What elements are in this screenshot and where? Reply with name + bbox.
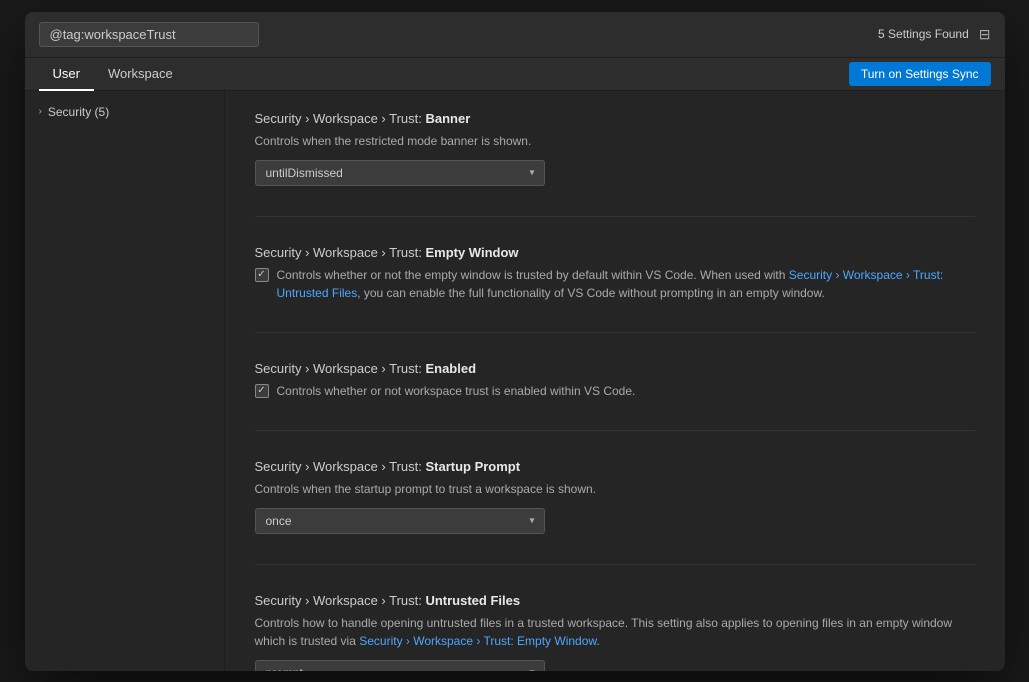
tab-user[interactable]: User	[39, 58, 94, 91]
setting-untrusted-files-select[interactable]: prompt open newWindow	[255, 660, 545, 671]
settings-area: Security › Workspace › Trust: Banner Con…	[225, 91, 1005, 671]
search-input[interactable]	[39, 22, 259, 47]
setting-empty-window-breadcrumb: Security › Workspace › Trust:	[255, 245, 426, 260]
setting-startup-prompt-select-wrapper: once always never ▾	[255, 508, 545, 534]
filter-icon[interactable]: ⊟	[979, 26, 991, 43]
sidebar-item-security[interactable]: › Security (5)	[25, 101, 224, 123]
search-results-area: 5 Settings Found ⊟	[878, 26, 990, 43]
setting-startup-prompt-desc: Controls when the startup prompt to trus…	[255, 480, 975, 498]
search-bar: 5 Settings Found ⊟	[25, 12, 1005, 58]
setting-empty-window-bold: Empty Window	[425, 245, 518, 260]
setting-enabled-checkbox-row: Controls whether or not workspace trust …	[255, 382, 975, 400]
setting-enabled-checkbox[interactable]	[255, 384, 269, 398]
setting-untrusted-files-breadcrumb: Security › Workspace › Trust:	[255, 593, 426, 608]
results-count: 5 Settings Found	[878, 27, 969, 41]
setting-untrusted-files-link[interactable]: Security › Workspace › Trust: Empty Wind…	[359, 634, 596, 648]
setting-enabled-bold: Enabled	[425, 361, 476, 376]
setting-startup-prompt-bold: Startup Prompt	[425, 459, 520, 474]
setting-banner-select[interactable]: untilDismissed always never	[255, 160, 545, 186]
setting-startup-prompt-select[interactable]: once always never	[255, 508, 545, 534]
setting-banner-title: Security › Workspace › Trust: Banner	[255, 111, 975, 126]
tabs-container: User Workspace	[39, 58, 187, 90]
setting-enabled-desc: Controls whether or not workspace trust …	[277, 382, 636, 400]
divider-3	[255, 430, 975, 431]
chevron-right-icon: ›	[39, 106, 42, 117]
setting-empty-window-desc: Controls whether or not the empty window…	[277, 266, 975, 302]
setting-enabled-title: Security › Workspace › Trust: Enabled	[255, 361, 975, 376]
setting-startup-prompt: Security › Workspace › Trust: Startup Pr…	[255, 459, 975, 534]
setting-enabled: Security › Workspace › Trust: Enabled Co…	[255, 361, 975, 400]
divider-2	[255, 332, 975, 333]
divider-1	[255, 216, 975, 217]
sidebar: › Security (5)	[25, 91, 225, 671]
setting-empty-window-link[interactable]: Security › Workspace › Trust: Untrusted …	[277, 268, 944, 300]
divider-4	[255, 564, 975, 565]
main-content: › Security (5) Security › Workspace › Tr…	[25, 91, 1005, 671]
setting-untrusted-files: Security › Workspace › Trust: Untrusted …	[255, 593, 975, 671]
tab-workspace[interactable]: Workspace	[94, 58, 187, 91]
setting-empty-window-checkbox[interactable]	[255, 268, 269, 282]
setting-empty-window-checkbox-row: Controls whether or not the empty window…	[255, 266, 975, 302]
tabs-row: User Workspace Turn on Settings Sync	[25, 58, 1005, 91]
setting-empty-window: Security › Workspace › Trust: Empty Wind…	[255, 245, 975, 302]
setting-empty-window-title: Security › Workspace › Trust: Empty Wind…	[255, 245, 975, 260]
setting-banner-desc: Controls when the restricted mode banner…	[255, 132, 975, 150]
setting-startup-prompt-breadcrumb: Security › Workspace › Trust:	[255, 459, 426, 474]
setting-untrusted-files-desc: Controls how to handle opening untrusted…	[255, 614, 975, 650]
setting-startup-prompt-title: Security › Workspace › Trust: Startup Pr…	[255, 459, 975, 474]
setting-enabled-breadcrumb: Security › Workspace › Trust:	[255, 361, 426, 376]
setting-banner-select-wrapper: untilDismissed always never ▾	[255, 160, 545, 186]
sidebar-item-label: Security (5)	[48, 105, 109, 119]
setting-untrusted-files-select-wrapper: prompt open newWindow ▾	[255, 660, 545, 671]
setting-banner: Security › Workspace › Trust: Banner Con…	[255, 111, 975, 186]
setting-banner-bold: Banner	[425, 111, 470, 126]
setting-banner-breadcrumb: Security › Workspace › Trust:	[255, 111, 426, 126]
sync-button[interactable]: Turn on Settings Sync	[849, 62, 991, 86]
settings-window: 5 Settings Found ⊟ User Workspace Turn o…	[25, 12, 1005, 671]
setting-untrusted-files-title: Security › Workspace › Trust: Untrusted …	[255, 593, 975, 608]
setting-untrusted-files-bold: Untrusted Files	[425, 593, 520, 608]
